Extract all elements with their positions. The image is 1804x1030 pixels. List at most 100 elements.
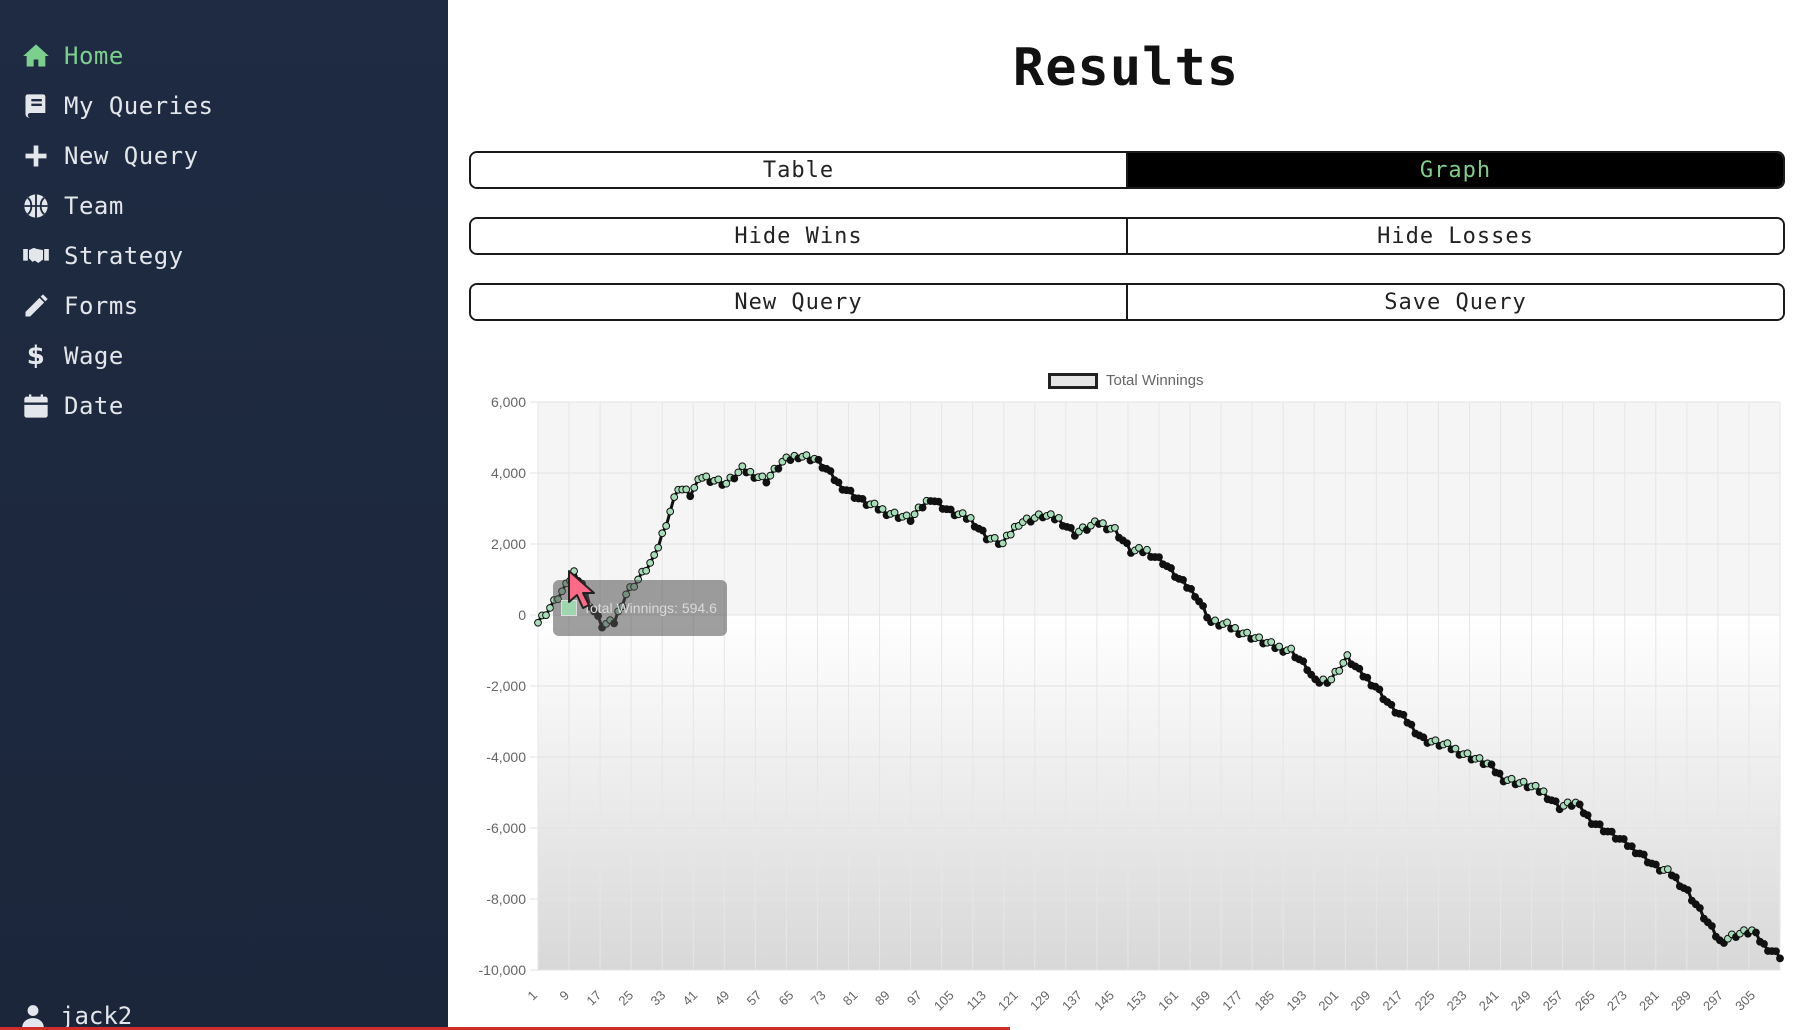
data-point <box>906 517 915 525</box>
x-tick-label: 41 <box>680 988 701 1009</box>
data-point <box>1327 675 1336 684</box>
x-tick-label: 193 <box>1283 988 1309 1014</box>
handshake-icon <box>20 240 52 272</box>
sidebar-item-wage[interactable]: $ Wage <box>20 336 124 376</box>
save-query-button[interactable]: Save Query <box>1126 285 1783 319</box>
x-tick-label: 169 <box>1187 988 1213 1014</box>
data-point <box>722 479 731 488</box>
mouse-cursor-icon <box>568 570 595 609</box>
data-point <box>1776 954 1784 963</box>
data-point <box>1231 624 1240 632</box>
y-tick-label: -8,000 <box>486 891 526 907</box>
x-tick-label: 161 <box>1155 988 1181 1014</box>
x-tick-label: 33 <box>647 988 668 1009</box>
sidebar-item-new-query[interactable]: New Query <box>20 136 199 176</box>
data-point <box>1531 781 1540 790</box>
x-tick-label: 257 <box>1540 988 1566 1014</box>
data-point <box>1339 659 1348 667</box>
sidebar-item-my-queries[interactable]: My Queries <box>20 86 214 126</box>
hide-losses-button[interactable]: Hide Losses <box>1126 219 1783 253</box>
user-menu[interactable]: jack2 <box>20 1002 132 1030</box>
data-point <box>1695 904 1704 912</box>
hide-wins-button[interactable]: Hide Wins <box>471 219 1126 253</box>
x-tick-label: 121 <box>995 988 1021 1014</box>
data-point <box>1443 739 1452 748</box>
x-tick-label: 289 <box>1668 988 1694 1014</box>
data-point <box>1752 928 1760 937</box>
data-point <box>762 478 771 487</box>
y-tick-label: 0 <box>518 607 526 623</box>
data-point <box>1187 584 1195 593</box>
data-point <box>1287 644 1296 653</box>
data-point <box>1335 666 1344 675</box>
sidebar-item-home[interactable]: Home <box>20 36 124 76</box>
table-view-button[interactable]: Table <box>471 153 1126 187</box>
data-point <box>1167 564 1175 572</box>
data-point <box>534 618 542 627</box>
x-tick-label: 249 <box>1508 988 1534 1014</box>
data-point <box>738 462 747 471</box>
sidebar-item-label: Team <box>64 192 124 220</box>
data-point <box>690 483 699 492</box>
x-tick-label: 9 <box>556 988 572 1004</box>
data-point <box>910 510 919 519</box>
pencil-icon <box>20 290 52 322</box>
page-title: Results <box>1012 38 1240 98</box>
data-point <box>978 526 987 535</box>
y-tick-label: -6,000 <box>486 820 526 836</box>
data-point <box>998 539 1007 548</box>
data-point <box>1463 749 1472 758</box>
x-tick-label: 17 <box>583 988 604 1009</box>
data-point <box>1407 720 1416 729</box>
sidebar-item-label: My Queries <box>64 92 214 120</box>
sidebar-item-team[interactable]: Team <box>20 186 124 226</box>
data-point <box>870 499 879 508</box>
x-tick-label: 105 <box>931 988 957 1014</box>
sidebar-item-label: Strategy <box>64 242 184 270</box>
sidebar-item-label: Forms <box>64 292 139 320</box>
data-point <box>1243 628 1252 637</box>
data-point <box>774 464 783 473</box>
x-tick-label: 201 <box>1315 988 1341 1014</box>
graph-view-button[interactable]: Graph <box>1126 153 1783 187</box>
data-point <box>746 467 755 476</box>
x-tick-label: 65 <box>776 988 797 1009</box>
data-point <box>1639 850 1648 859</box>
data-point <box>1772 947 1780 956</box>
y-tick-label: 6,000 <box>491 394 526 410</box>
data-point <box>1111 523 1119 532</box>
data-point <box>1619 835 1628 843</box>
x-tick-label: 233 <box>1444 988 1470 1014</box>
x-tick-label: 265 <box>1572 988 1598 1014</box>
data-point <box>814 455 823 464</box>
data-point <box>1651 860 1660 869</box>
data-point <box>1123 539 1131 548</box>
sidebar-item-label: Home <box>64 42 124 70</box>
data-point <box>1179 575 1187 584</box>
data-point <box>846 486 855 495</box>
data-point <box>878 505 887 513</box>
data-point <box>934 497 943 506</box>
user-icon <box>22 1005 44 1028</box>
new-query-button[interactable]: New Query <box>471 285 1126 319</box>
data-point <box>1399 710 1408 719</box>
data-point <box>1487 760 1496 769</box>
sidebar-item-strategy[interactable]: Strategy <box>20 236 184 276</box>
data-point <box>1387 700 1396 709</box>
x-tick-label: 49 <box>712 988 733 1009</box>
data-point <box>1607 827 1616 836</box>
x-tick-label: 57 <box>744 988 765 1009</box>
winnings-line-chart[interactable]: 6,000 4,000 2,000 0 -2,000 -4,000 -6,000 -8,000… <box>460 360 1794 1020</box>
x-tick-label: 81 <box>840 988 861 1009</box>
sidebar-item-date[interactable]: Date <box>20 386 124 426</box>
data-point <box>918 503 927 512</box>
data-point <box>1475 754 1484 762</box>
data-point <box>1343 651 1352 659</box>
sidebar-item-label: Date <box>64 392 124 420</box>
x-tick-label: 273 <box>1604 988 1630 1014</box>
sidebar-item-forms[interactable]: Forms <box>20 286 139 326</box>
sidebar: Home My Queries New Query Team Strategy … <box>0 0 448 1030</box>
data-point <box>686 492 695 501</box>
home-icon <box>20 40 52 72</box>
basketball-icon <box>20 190 52 222</box>
